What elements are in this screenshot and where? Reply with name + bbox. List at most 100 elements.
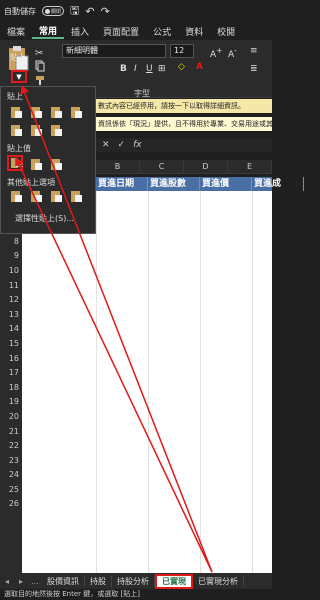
sheet-tab[interactable]: 股價資訊 [42,575,85,587]
column-header[interactable]: C [140,160,184,173]
sheet-more-icon[interactable]: … [28,577,42,586]
paste-transpose-icon[interactable] [49,123,63,137]
function-icon[interactable]: fx [133,140,142,150]
sheet-tabs-bar: ◂ ▸ … 股價資訊 持股 持股分析 已實現 已實現分析 [0,573,272,589]
header-buy-cost[interactable]: 買進成 [252,177,304,191]
header-buy-price[interactable]: 買進價 [200,177,252,191]
row-header[interactable]: 10 [0,264,22,279]
redo-icon[interactable]: ↷ [101,5,110,18]
column-header[interactable]: D [184,160,228,173]
sheet-tab[interactable]: 持股分析 [112,575,155,587]
paste-no-border-icon[interactable] [9,123,23,137]
tab-page-layout[interactable]: 頁面配置 [96,25,146,38]
font-name-select[interactable]: 新細明體 [62,44,166,58]
svg-text:123: 123 [14,162,23,169]
decrease-font-icon[interactable]: A- [228,46,237,60]
paste-values-icon[interactable]: 123 [7,155,23,171]
row-header[interactable]: 23 [0,454,22,469]
row-header[interactable]: 21 [0,425,22,440]
enter-icon[interactable]: ✓ [118,140,126,150]
row-header[interactable]: 14 [0,322,22,337]
align-icon[interactable]: ≡ [250,46,258,56]
underline-icon[interactable]: U [146,64,153,74]
row-header[interactable]: 20 [0,410,22,425]
row-header[interactable]: 17 [0,366,22,381]
row-header[interactable]: 24 [0,468,22,483]
sheet-tab[interactable]: 持股 [85,575,112,587]
save-icon[interactable]: 🖫 [70,2,79,21]
tab-formulas[interactable]: 公式 [146,25,178,38]
row-header[interactable]: 11 [0,279,22,294]
paste-column-width-icon[interactable] [29,123,43,137]
fill-color-icon[interactable]: ◇ [178,62,185,72]
bold-icon[interactable]: B [120,64,127,74]
sheet-next-icon[interactable]: ▸ [14,577,28,586]
data-notice: 資訊係依「現況」提供，且不得用於專業、交易用途或其他類似用途。 [96,117,272,131]
increase-font-icon[interactable]: A+ [210,46,222,60]
row-header[interactable]: 19 [0,395,22,410]
paste-link-icon[interactable] [29,189,43,203]
autosave-label: 自動儲存 [4,6,36,16]
italic-icon[interactable]: I [134,64,137,74]
formula-bar[interactable]: ✕ ✓ fx [96,138,272,152]
tab-review[interactable]: 校閱 [210,25,242,38]
font-color-icon[interactable]: A [196,62,203,72]
row-header[interactable]: 9 [0,249,22,264]
column-headers: B C D E [96,160,272,174]
paste-label[interactable]: 貼上 [10,52,26,63]
column-header[interactable]: B [96,160,140,173]
row-header[interactable]: 25 [0,483,22,498]
header-buy-date[interactable]: 買進日期 [96,177,148,191]
header-buy-shares[interactable]: 買進股數 [148,177,200,191]
paste-section-label: 貼上 [7,92,23,101]
align-left-icon[interactable]: ≣ [250,64,258,74]
row-header[interactable]: 16 [0,352,22,367]
paste-formatting-icon[interactable] [9,189,23,203]
row-header[interactable]: 15 [0,337,22,352]
row-header[interactable]: 22 [0,439,22,454]
tab-file[interactable]: 檔案 [0,25,32,38]
paste-linked-picture-icon[interactable] [69,189,83,203]
paste-picture-icon[interactable] [49,189,63,203]
copy-icon[interactable] [34,60,46,72]
row-header[interactable]: 26 [0,497,22,512]
paste-options-menu: 貼上 貼上值 123 其他貼上選項 選擇性貼上(S)... [0,86,96,234]
paste-dropdown-button[interactable]: ▼ [11,70,27,83]
ribbon-tabs: 檔案 常用 插入 頁面配置 公式 資料 校閱 [0,22,272,40]
autosave-toggle[interactable]: 關閉 [42,6,64,16]
svg-text:✂: ✂ [35,48,43,58]
border-icon[interactable]: ⊞ [158,64,166,74]
column-header[interactable]: E [228,160,272,173]
tab-data[interactable]: 資料 [178,25,210,38]
paste-values-format-icon[interactable] [29,157,43,171]
format-painter-icon[interactable] [34,74,46,86]
table-header-row: 買進日期 買進股數 買進價 買進成 [96,177,304,191]
paste-values-source-icon[interactable] [49,157,63,171]
cancel-icon[interactable]: ✕ [102,140,110,150]
sheet-tab-active[interactable]: 已實現 [155,573,193,589]
font-size-select[interactable]: 12 [170,44,194,58]
paste-option-icon[interactable] [9,105,23,119]
sheet-prev-icon[interactable]: ◂ [0,577,14,586]
grid-lines [22,191,272,573]
undo-icon[interactable]: ↶ [85,5,94,18]
other-paste-label: 其他貼上選項 [7,178,55,187]
row-header[interactable]: 13 [0,308,22,323]
font-group-label: 字型 [134,89,150,98]
paste-formula-format-icon[interactable] [49,105,63,119]
sheet-tab[interactable]: 已實現分析 [193,575,244,587]
quick-access-toolbar: 自動儲存 關閉 🖫 ↶ ↷ [0,0,272,22]
row-header[interactable]: 18 [0,381,22,396]
row-headers: 5 6 7 8 9 10 11 12 13 14 15 16 17 18 19 … [0,191,22,573]
tab-insert[interactable]: 插入 [64,25,96,38]
chevron-down-icon: ▼ [16,72,22,81]
tab-home[interactable]: 常用 [32,24,65,39]
paste-keep-source-icon[interactable] [69,105,83,119]
cut-icon[interactable]: ✂ [34,46,46,58]
status-bar: 選取目的地然後按 Enter 鍵，或選取 [貼上] [0,589,272,600]
paste-formula-icon[interactable] [29,105,43,119]
paste-special-item[interactable]: 選擇性貼上(S)... [15,213,74,224]
row-header[interactable]: 8 [0,235,22,250]
security-notice[interactable]: 數式內容已經停用，請按一下以取得詳細資訊。 [96,99,272,113]
row-header[interactable]: 12 [0,293,22,308]
